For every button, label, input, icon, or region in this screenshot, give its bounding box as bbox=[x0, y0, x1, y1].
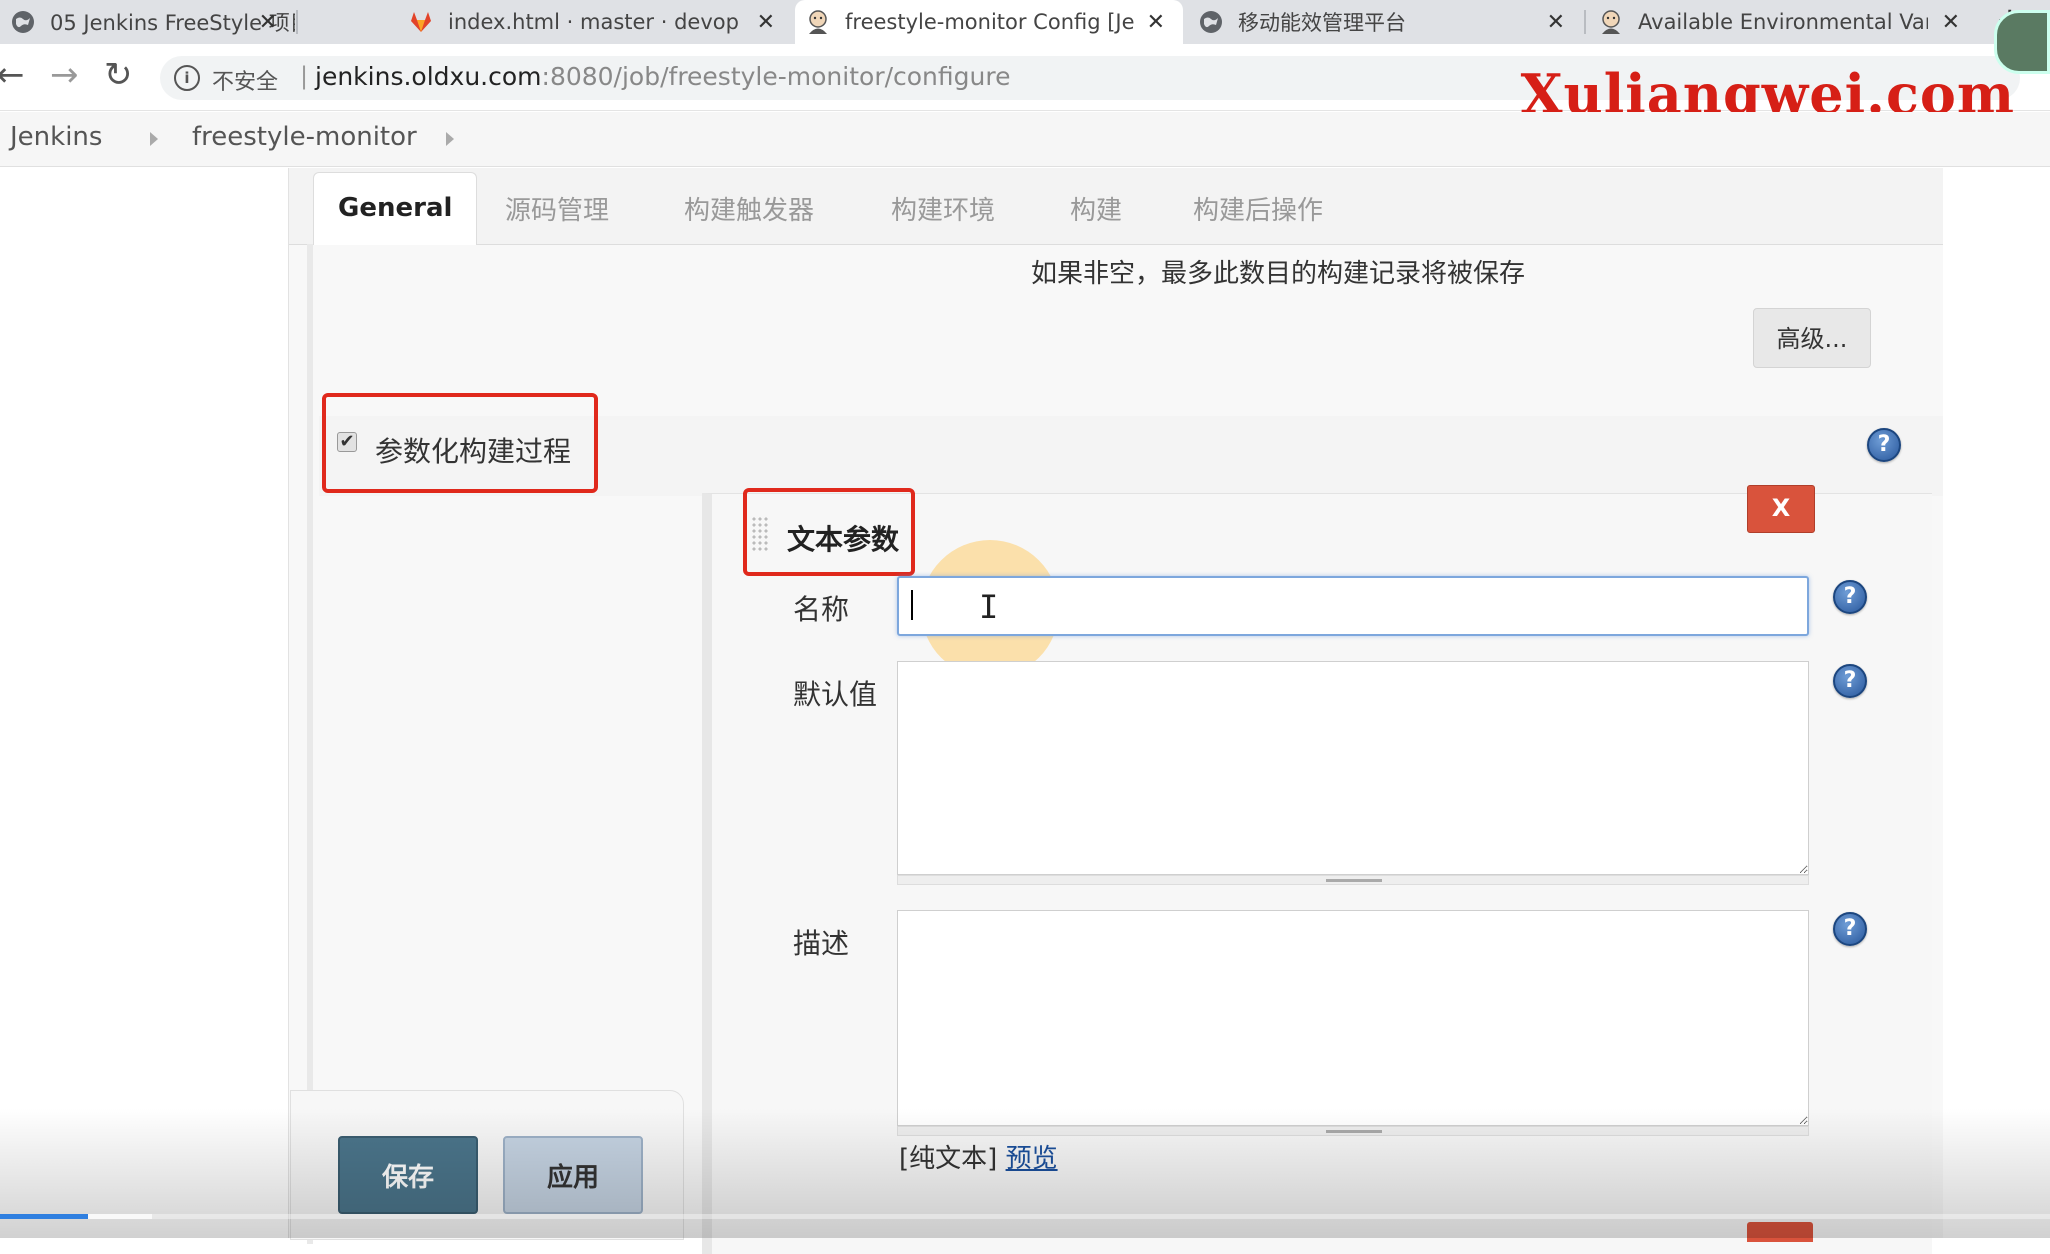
tab-divider bbox=[1584, 10, 1586, 34]
tab-build-environment[interactable]: 构建环境 bbox=[891, 190, 995, 227]
help-icon[interactable]: ? bbox=[1833, 664, 1867, 698]
textarea-resize-bar[interactable] bbox=[897, 875, 1809, 885]
tab-divider bbox=[296, 10, 298, 34]
format-label: [纯文本] bbox=[899, 1144, 998, 1174]
description-textarea[interactable] bbox=[897, 910, 1809, 1126]
url-separator: | bbox=[300, 62, 309, 90]
breadcrumb-item-jenkins[interactable]: Jenkins bbox=[10, 122, 102, 152]
video-progress-track[interactable] bbox=[0, 1214, 2050, 1219]
advanced-button[interactable]: 高级... bbox=[1753, 308, 1871, 368]
config-tab-bar: General 源码管理 构建触发器 构建环境 构建 构建后操作 bbox=[289, 168, 1943, 245]
close-tab-icon[interactable]: ✕ bbox=[1547, 10, 1565, 35]
reload-button[interactable]: ↻ bbox=[104, 58, 133, 92]
browser-tab[interactable]: index.html · master · devops / ✕ bbox=[398, 0, 793, 44]
text-caret bbox=[911, 590, 913, 620]
tab-build[interactable]: 构建 bbox=[1070, 190, 1122, 227]
globe-icon bbox=[12, 11, 34, 33]
name-input[interactable] bbox=[897, 576, 1809, 636]
delete-parameter-button[interactable]: X bbox=[1747, 485, 1815, 533]
url-path: :8080/job/freestyle-monitor/configure bbox=[541, 62, 1011, 91]
video-buffer-bar bbox=[88, 1214, 152, 1219]
highlight-box bbox=[322, 393, 598, 493]
close-tab-icon[interactable]: ✕ bbox=[1942, 10, 1960, 35]
url-host: jenkins.oldxu.com bbox=[315, 62, 542, 91]
breadcrumb-arrow-icon[interactable] bbox=[446, 132, 454, 146]
jenkins-butler-icon bbox=[1602, 10, 1620, 34]
close-tab-icon[interactable]: ✕ bbox=[259, 10, 277, 35]
browser-tab-active[interactable]: freestyle-monitor Config [Jen ✕ bbox=[795, 0, 1183, 44]
name-label: 名称 bbox=[793, 593, 850, 626]
preview-link[interactable]: 预览 bbox=[1006, 1144, 1058, 1174]
tab-source-code[interactable]: 源码管理 bbox=[505, 190, 609, 227]
text-format-line: [纯文本] 预览 bbox=[899, 1138, 1058, 1175]
tab-title: 移动能效管理平台 bbox=[1238, 11, 1406, 35]
security-status[interactable]: 不安全 bbox=[212, 64, 278, 96]
browser-tab-strip: 05 Jenkins FreeStyle 项目实践 ✕ index.html ·… bbox=[0, 0, 2050, 44]
default-value-label: 默认值 bbox=[793, 678, 878, 711]
video-progress-bar[interactable] bbox=[0, 1214, 89, 1219]
config-panel: General 源码管理 构建触发器 构建环境 构建 构建后操作 如果非空，最多… bbox=[288, 168, 1943, 1254]
breadcrumb-arrow-icon[interactable] bbox=[150, 132, 158, 146]
jenkins-butler-icon bbox=[809, 10, 827, 34]
default-value-textarea[interactable] bbox=[897, 661, 1809, 875]
textarea-resize-bar[interactable] bbox=[897, 1126, 1809, 1136]
breadcrumb: Jenkins freestyle-monitor bbox=[0, 112, 2050, 167]
tab-general[interactable]: General bbox=[313, 172, 478, 245]
back-button[interactable]: ← bbox=[0, 58, 25, 92]
close-tab-icon[interactable]: ✕ bbox=[1147, 10, 1165, 35]
tab-title: Available Environmental Vari bbox=[1638, 10, 1928, 34]
ibeam-cursor-icon: I bbox=[979, 588, 999, 626]
build-history-note: 如果非空，最多此数目的构建记录将被保存 bbox=[1031, 259, 1526, 289]
info-icon[interactable]: i bbox=[174, 65, 200, 91]
close-tab-icon[interactable]: ✕ bbox=[757, 10, 775, 35]
tab-build-triggers[interactable]: 构建触发器 bbox=[684, 190, 814, 227]
highlight-box bbox=[743, 488, 915, 576]
breadcrumb-item-job[interactable]: freestyle-monitor bbox=[192, 122, 417, 152]
tab-title: index.html · master · devops / bbox=[448, 10, 738, 34]
browser-tab[interactable]: 移动能效管理平台 ✕ bbox=[1188, 0, 1583, 44]
tab-title: freestyle-monitor Config [Jen bbox=[845, 10, 1135, 34]
description-label: 描述 bbox=[793, 927, 850, 960]
gitlab-fox-icon bbox=[411, 12, 431, 32]
help-icon[interactable]: ? bbox=[1833, 912, 1867, 946]
help-icon[interactable]: ? bbox=[1867, 428, 1901, 462]
help-icon[interactable]: ? bbox=[1833, 580, 1867, 614]
save-button[interactable]: 保存 bbox=[338, 1136, 478, 1214]
tab-post-build[interactable]: 构建后操作 bbox=[1193, 190, 1323, 227]
forward-button[interactable]: → bbox=[50, 58, 79, 92]
url-text[interactable]: jenkins.oldxu.com:8080/job/freestyle-mon… bbox=[315, 62, 1010, 91]
delete-parameter-button[interactable] bbox=[1747, 1222, 1813, 1242]
globe-icon bbox=[1200, 11, 1222, 33]
browser-tab[interactable]: 05 Jenkins FreeStyle 项目实践 ✕ bbox=[0, 0, 295, 44]
browser-tab[interactable]: Available Environmental Vari ✕ bbox=[1588, 0, 1978, 44]
apply-button[interactable]: 应用 bbox=[503, 1136, 643, 1214]
